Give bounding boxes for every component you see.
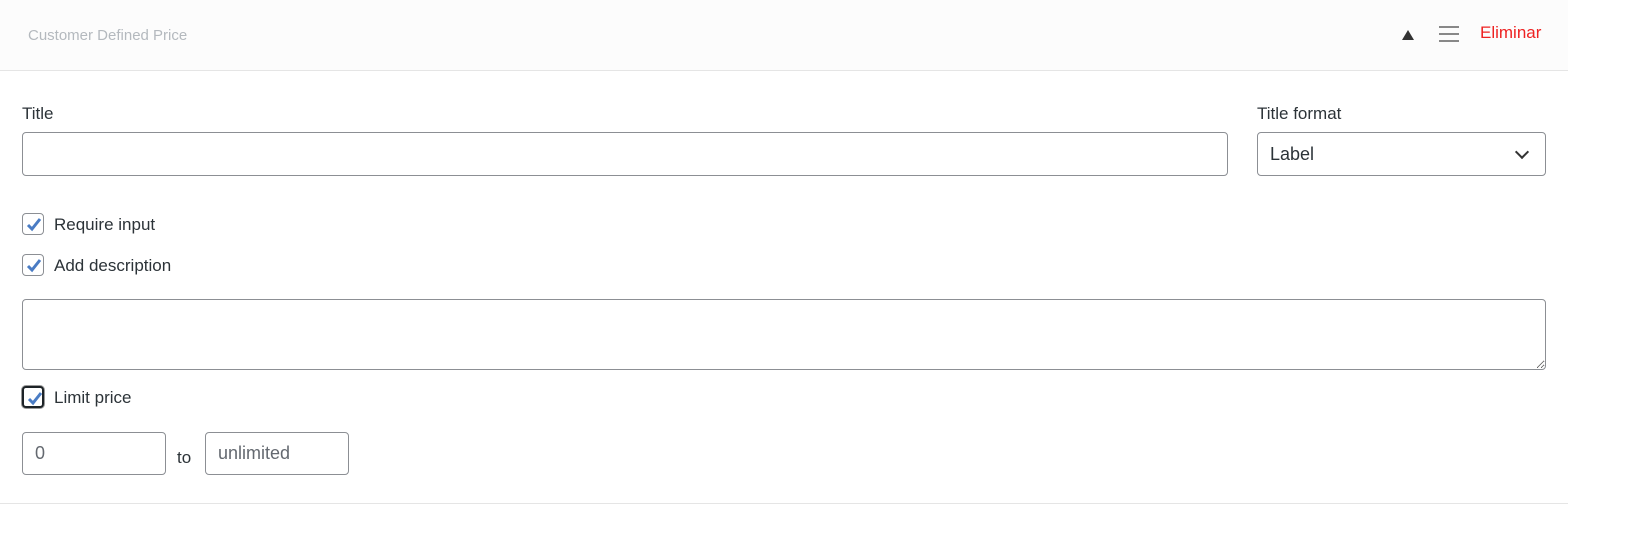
limit-price-label: Limit price [54, 388, 132, 407]
title-format-select[interactable]: Label [1257, 132, 1546, 176]
max-price-input[interactable] [205, 432, 349, 475]
check-icon [26, 218, 42, 232]
min-price-input[interactable] [22, 432, 166, 475]
title-label: Title [22, 104, 54, 123]
limit-price-checkbox[interactable] [22, 386, 44, 408]
title-format-label: Title format [1257, 104, 1342, 123]
collapse-arrow-icon[interactable] [1402, 30, 1414, 40]
check-icon [26, 259, 42, 273]
divider [0, 503, 1568, 504]
to-label: to [177, 448, 192, 467]
add-description-label: Add description [54, 256, 172, 275]
add-description-checkbox[interactable] [22, 254, 44, 276]
check-icon [27, 392, 43, 406]
drag-handle-icon[interactable] [1439, 26, 1459, 42]
description-textarea[interactable] [22, 299, 1546, 370]
require-input-label: Require input [54, 215, 156, 234]
require-input-checkbox[interactable] [22, 213, 44, 235]
title-input[interactable] [22, 132, 1228, 176]
section-header: Customer Defined Price Eliminar [0, 0, 1568, 71]
delete-link[interactable]: Eliminar [1480, 23, 1541, 43]
section-title: Customer Defined Price [28, 27, 188, 44]
